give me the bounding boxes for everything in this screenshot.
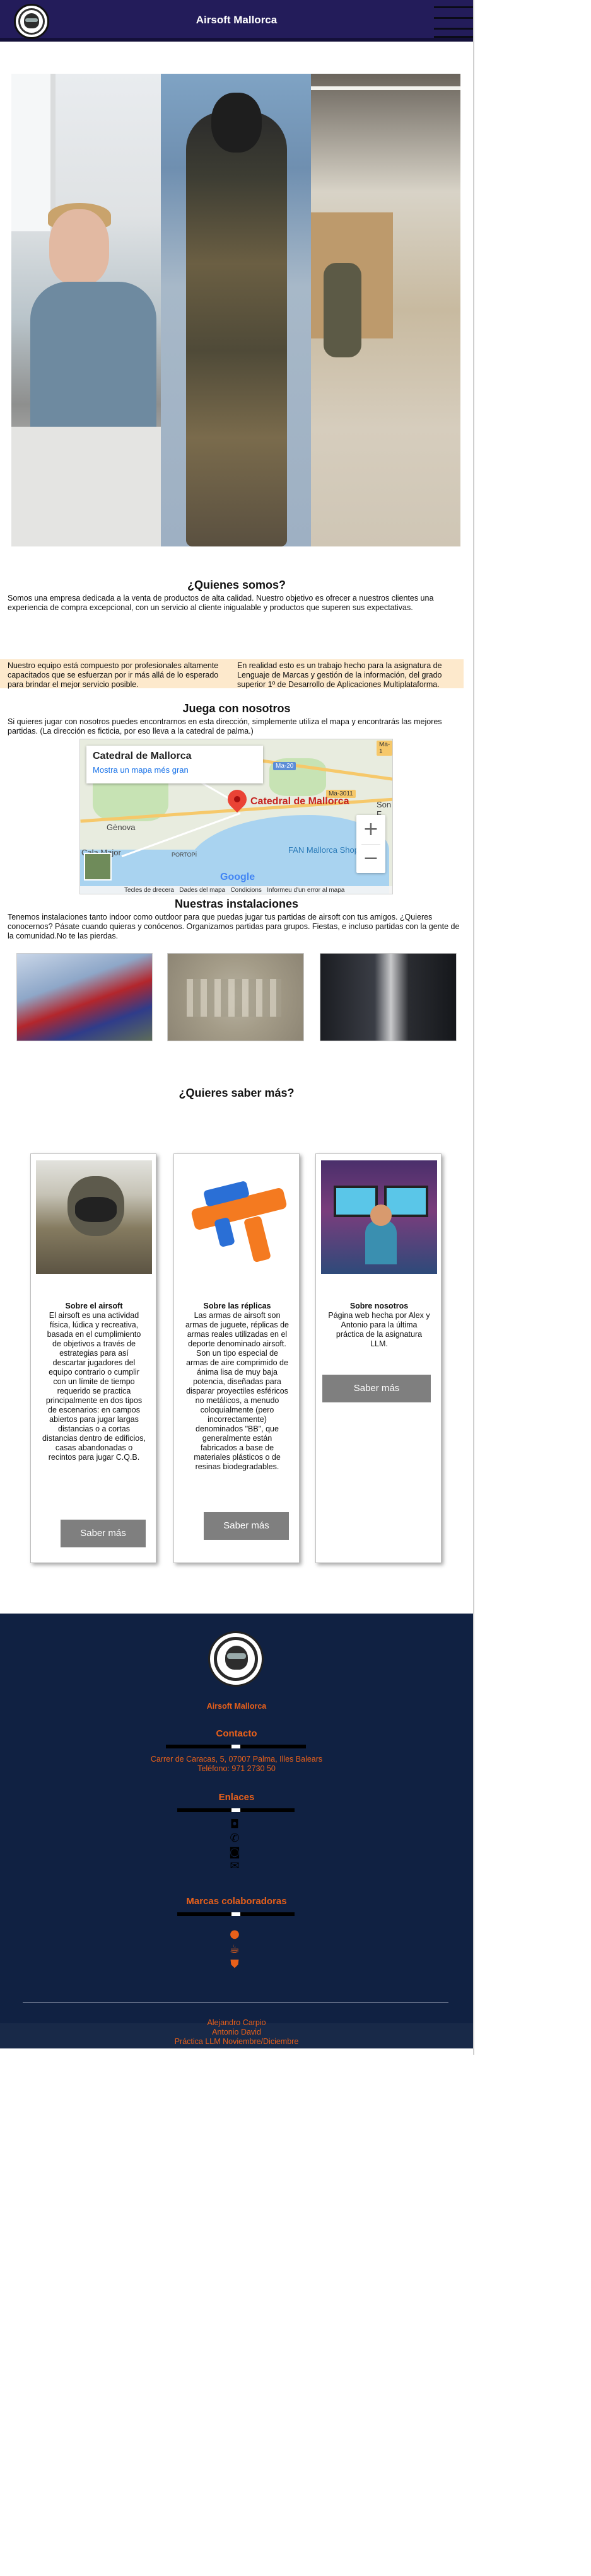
zoom-out-button[interactable]: − — [356, 844, 385, 873]
card-airsoft: Sobre el airsoft El airsoft es una activ… — [30, 1153, 156, 1563]
facilities-text: Tenemos instalaciones tanto indoor como … — [8, 913, 460, 940]
card-title: Sobre el airsoft — [65, 1302, 123, 1310]
card-image-soldier — [36, 1160, 152, 1274]
credit-author-1: Alejandro Carpio — [207, 2018, 266, 2027]
hamburger-menu-icon[interactable] — [434, 6, 473, 38]
brands-heading: Marcas colaboradoras — [186, 1896, 287, 1907]
about-intro: Somos una empresa dedicada a la venta de… — [8, 594, 434, 612]
visit-text: Si quieres jugar con nosotros puedes enc… — [8, 717, 442, 736]
learn-more-button[interactable]: Saber más — [61, 1520, 146, 1547]
larger-map-link[interactable]: Mostra un mapa més gran — [93, 765, 257, 775]
section-divider — [166, 1745, 306, 1748]
gallery-photo-indoor-range — [320, 953, 457, 1041]
footer-brand: Airsoft Mallorca — [206, 1702, 267, 1711]
credit-author-2: Antonio David — [212, 2028, 261, 2036]
more-heading: ¿Quieres saber más? — [178, 1087, 295, 1099]
card-title: Sobre las réplicas — [203, 1302, 271, 1310]
card-replicas: Sobre las réplicas Las armas de airsoft … — [173, 1153, 300, 1563]
page-edge — [473, 0, 474, 2055]
contact-heading: Contacto — [216, 1728, 257, 1739]
embedded-map[interactable]: Ma-20 Ma-3011 Ma-1 Gènova Cala Major FAN… — [79, 739, 393, 894]
map-footer-link[interactable]: Condicions — [230, 887, 261, 894]
map-footer: Tecles de drecera Dades del mapa Condici… — [80, 886, 392, 894]
team-text-left: Nuestro equipo está compuesto por profes… — [8, 661, 219, 689]
hero-photo-soldier — [161, 74, 311, 546]
about-heading: ¿Quienes somos? — [187, 579, 286, 591]
map-footer-link[interactable]: Tecles de drecera — [124, 887, 174, 894]
visit-heading: Juega con nosotros — [182, 702, 291, 715]
mail-icon[interactable]: ✉ — [228, 1859, 242, 1873]
map-label: PORTOPÍ — [172, 852, 197, 858]
gallery-photo-field-aerial — [167, 953, 304, 1041]
road-badge: Ma-20 — [273, 762, 296, 770]
site-title: Airsoft Mallorca — [196, 14, 278, 26]
section-divider — [177, 1808, 295, 1812]
card-image-developer — [321, 1160, 437, 1274]
zoom-in-button[interactable]: + — [356, 815, 385, 844]
java-icon[interactable]: ☕ — [228, 1943, 242, 1956]
map-footer-link[interactable]: Informeu d'un error al mapa — [267, 887, 344, 894]
map-place-name: Catedral de Mallorca — [93, 751, 192, 761]
card-about-us: Sobre nosotros Página web hecha por Alex… — [315, 1153, 442, 1563]
street-view-thumbnail[interactable] — [84, 853, 112, 881]
section-divider — [177, 1912, 295, 1916]
facilities-heading: Nuestras instalaciones — [174, 898, 299, 910]
card-text: Las armas de airsoft son armas de juguet… — [185, 1311, 289, 1471]
hero-photo-indoor-field — [311, 74, 460, 546]
gallery-photo-outdoor-player — [16, 953, 153, 1041]
card-title: Sobre nosotros — [349, 1302, 409, 1310]
card-text: El airsoft es una actividad física, lúdi… — [42, 1311, 146, 1462]
instagram-icon[interactable]: ◘ — [228, 1818, 242, 1831]
road-badge: Ma-1 — [377, 741, 392, 756]
map-pin-label: Catedral de Mallorca — [250, 796, 349, 807]
map-zoom-control: + − — [356, 815, 385, 873]
learn-more-button[interactable]: Saber más — [322, 1375, 431, 1402]
links-heading: Enlaces — [218, 1792, 255, 1803]
google-logo: Google — [220, 872, 255, 882]
footer-divider — [23, 2002, 448, 2003]
top-navbar: Airsoft Mallorca — [0, 0, 473, 42]
footer-phone: Teléfono: 971 2730 50 — [197, 1764, 276, 1773]
apple-icon[interactable]: ● — [228, 1927, 242, 1941]
card-text: Página web hecha por Alex y Antonio para… — [328, 1311, 430, 1348]
map-label: Gènova — [107, 823, 136, 832]
twitter-icon[interactable]: ✆ — [228, 1832, 242, 1845]
github-icon[interactable]: ◙ — [228, 1845, 242, 1859]
footer-logo-icon[interactable] — [208, 1631, 264, 1687]
credit-course: Práctica LLM Noviembre/Diciembre — [174, 2037, 299, 2046]
hero-image-collage — [11, 74, 460, 546]
map-place-card: Catedral de Mallorca Mostra un mapa més … — [86, 746, 263, 783]
footer-address: Carrer de Caracas, 5, 07007 Palma, Illes… — [150, 1755, 323, 1764]
map-footer-link[interactable]: Dades del mapa — [179, 887, 225, 894]
card-image-blaster — [179, 1160, 295, 1274]
learn-more-button[interactable]: Saber más — [204, 1512, 289, 1540]
html5-icon[interactable]: ⛊ — [228, 1958, 242, 1971]
hero-photo-office — [11, 74, 161, 546]
team-text-right: En realidad esto es un trabajo hecho par… — [237, 661, 442, 689]
